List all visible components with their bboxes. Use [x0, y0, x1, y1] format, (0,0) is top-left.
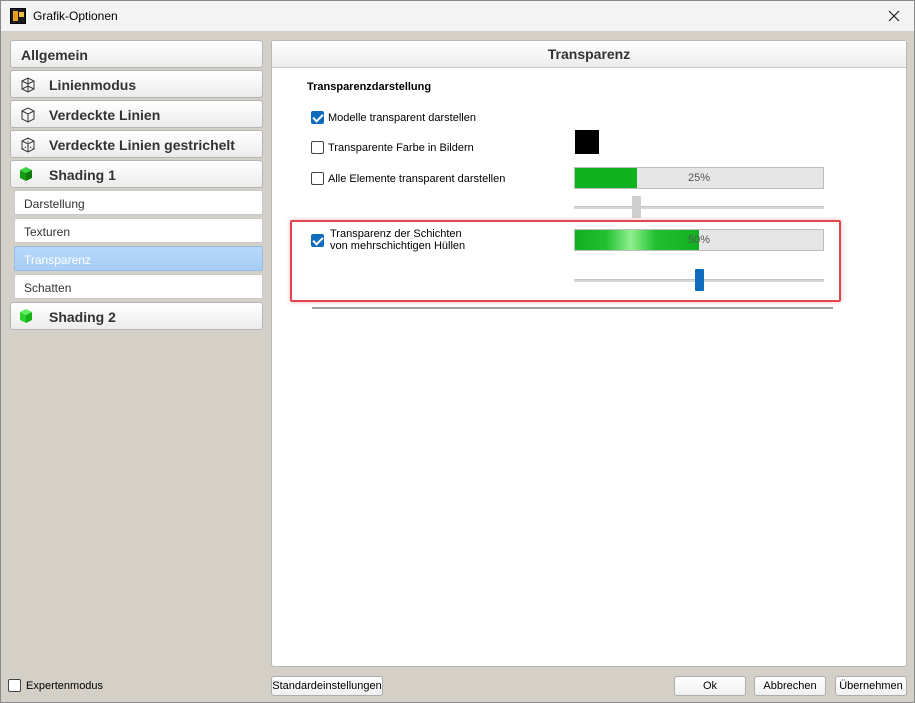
close-button[interactable] [882, 5, 906, 27]
sidebar-item-shading-2[interactable]: Shading 2 [10, 302, 263, 330]
sidebar-subitem-darstellung[interactable]: Darstellung [14, 190, 263, 215]
slider-track [574, 206, 824, 209]
all-elements-checkbox[interactable] [311, 172, 324, 185]
option-all-elements[interactable]: Alle Elemente transparent darstellen [311, 172, 505, 185]
option-transparent-color[interactable]: Transparente Farbe in Bildern [311, 141, 474, 154]
apply-button[interactable]: Übernehmen [835, 676, 907, 696]
sidebar-item-allgemein[interactable]: Allgemein [10, 40, 263, 68]
expert-mode-option[interactable]: Expertenmodus [8, 679, 103, 692]
defaults-button[interactable]: Standardeinstellungen [271, 676, 383, 696]
section-title: Transparenzdarstellung [307, 81, 432, 93]
title-bar: Grafik-Optionen [1, 1, 914, 32]
separator [312, 307, 833, 309]
sidebar-subitem-transparenz[interactable]: Transparenz [14, 246, 263, 271]
sidebar-item-label: Verdeckte Linien [49, 107, 161, 123]
sidebar-item-label: Shading 1 [49, 167, 116, 183]
sidebar-item-label: Linienmodus [49, 77, 137, 93]
dashed-cube-icon [21, 137, 35, 153]
slider-thumb[interactable] [632, 196, 641, 218]
sidebar-item-verdeckte-linien-gestrichelt[interactable]: Verdeckte Linien gestrichelt [10, 130, 263, 158]
hidden-lines-cube-icon [21, 107, 35, 123]
sidebar-subitem-schatten[interactable]: Schatten [14, 274, 263, 299]
highlight-box [290, 220, 841, 302]
sidebar-item-label: Allgemein [21, 47, 88, 63]
dialog-window: Grafik-Optionen Allgemein Linienmodus Ve… [0, 0, 915, 703]
all-elements-slider[interactable] [574, 196, 824, 218]
sidebar-item-shading-1[interactable]: Shading 1 [10, 160, 263, 188]
models-transparent-checkbox[interactable] [311, 111, 324, 124]
option-label: Modelle transparent darstellen [328, 111, 476, 124]
transparent-color-checkbox[interactable] [311, 141, 324, 154]
sidebar-subitem-label: Texturen [24, 225, 71, 239]
cancel-button[interactable]: Abbrechen [754, 676, 826, 696]
wireframe-cube-icon [21, 77, 35, 93]
option-label: Alle Elemente transparent darstellen [328, 172, 506, 185]
green-cube-icon [20, 309, 32, 323]
panel-title: Transparenz [272, 41, 906, 68]
sidebar-subitem-label: Darstellung [24, 197, 85, 211]
progress-text: 25% [687, 172, 711, 184]
sidebar-subitem-texturen[interactable]: Texturen [14, 218, 263, 243]
sidebar-item-linienmodus[interactable]: Linienmodus [10, 70, 263, 98]
option-label: Transparente Farbe in Bildern [328, 141, 474, 154]
green-cube-icon [20, 167, 32, 181]
window-title: Grafik-Optionen [33, 9, 118, 23]
sidebar-item-verdeckte-linien[interactable]: Verdeckte Linien [10, 100, 263, 128]
color-swatch[interactable] [575, 130, 599, 154]
app-icon [10, 8, 26, 24]
option-models-transparent[interactable]: Modelle transparent darstellen [311, 111, 476, 124]
ok-button[interactable]: Ok [674, 676, 746, 696]
close-icon [888, 10, 900, 22]
sidebar-item-label: Shading 2 [49, 309, 116, 325]
sidebar-subitem-label: Transparenz [24, 253, 91, 267]
settings-panel: Transparenz Transparenzdarstellung Model… [271, 40, 907, 667]
sidebar-subitem-label: Schatten [24, 281, 72, 295]
all-elements-progress-bar: 25% [574, 167, 824, 189]
sidebar-item-label: Verdeckte Linien gestrichelt [49, 137, 235, 153]
expert-mode-label: Expertenmodus [26, 679, 104, 692]
expert-mode-checkbox[interactable] [8, 679, 21, 692]
